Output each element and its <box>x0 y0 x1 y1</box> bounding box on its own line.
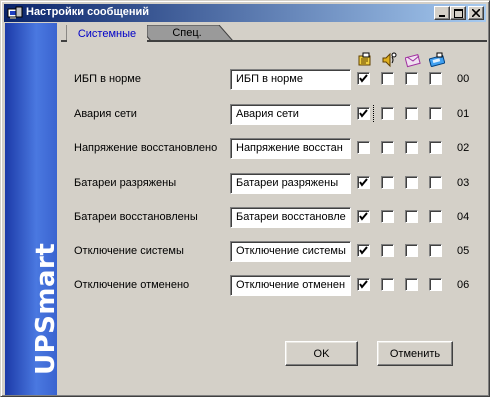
checkbox-message-03[interactable] <box>357 176 370 189</box>
checkbox-message-06[interactable] <box>357 278 370 291</box>
event-message-input-05[interactable]: Отключение системы <box>230 241 351 262</box>
close-icon <box>472 9 480 17</box>
event-label-system-shutdown: Отключение системы <box>74 245 184 257</box>
sound-icon <box>381 52 397 68</box>
brand-logo-text: UPSmart <box>31 242 61 375</box>
event-message-input-04[interactable]: Батареи восстановле <box>230 207 351 228</box>
event-code-03: 03 <box>457 177 470 189</box>
event-message-input-06[interactable]: Отключение отменен <box>230 275 351 296</box>
event-message-input-00[interactable]: ИБП в норме <box>230 69 351 90</box>
checkbox-sound-02[interactable] <box>381 141 394 154</box>
cancel-button[interactable]: Отменить <box>377 341 453 366</box>
message-icon <box>357 52 373 68</box>
tab-special[interactable]: Спец. <box>147 25 227 41</box>
checkbox-message-04[interactable] <box>357 210 370 223</box>
checkbox-sound-00[interactable] <box>381 72 394 85</box>
event-message-input-01[interactable]: Авария сети <box>230 104 351 125</box>
pager-icon <box>428 52 446 68</box>
checkbox-sound-01[interactable] <box>381 107 394 120</box>
focus-indicator <box>373 105 374 122</box>
tab-system[interactable]: Системные <box>67 25 147 42</box>
minimize-button[interactable] <box>434 6 450 20</box>
close-button[interactable] <box>468 6 484 20</box>
event-message-input-02[interactable]: Напряжение восстан <box>230 138 351 159</box>
event-code-02: 02 <box>457 142 470 154</box>
event-label-batteries-low: Батареи разряжены <box>74 177 177 189</box>
checkbox-pager-02[interactable] <box>429 141 442 154</box>
ok-button[interactable]: OK <box>285 341 358 366</box>
event-code-00: 00 <box>457 73 470 85</box>
checkbox-email-02[interactable] <box>405 141 418 154</box>
event-label-batteries-restored: Батареи восстановлены <box>74 211 198 223</box>
checkbox-message-00[interactable] <box>357 72 370 85</box>
event-label-shutdown-cancelled: Отключение отменено <box>74 279 190 291</box>
checkbox-pager-05[interactable] <box>429 244 442 257</box>
checkbox-pager-01[interactable] <box>429 107 442 120</box>
checkbox-email-01[interactable] <box>405 107 418 120</box>
event-label-voltage-restored: Напряжение восстановлено <box>74 142 218 154</box>
event-code-05: 05 <box>457 245 470 257</box>
event-code-06: 06 <box>457 279 470 291</box>
checkbox-email-00[interactable] <box>405 72 418 85</box>
brand-sidebar: UPSmart <box>5 23 61 395</box>
checkbox-email-05[interactable] <box>405 244 418 257</box>
app-icon <box>7 5 23 21</box>
event-label-power-failure: Авария сети <box>74 108 137 120</box>
tab-special-label: Спец. <box>172 27 202 39</box>
maximize-button[interactable] <box>450 6 466 20</box>
minimize-icon <box>439 15 445 17</box>
checkbox-sound-03[interactable] <box>381 176 394 189</box>
tab-strip: Системные Спец. <box>63 25 483 42</box>
tab-system-label: Системные <box>77 27 137 40</box>
checkbox-pager-06[interactable] <box>429 278 442 291</box>
event-code-04: 04 <box>457 211 470 223</box>
title-bar[interactable]: Настройки сообщений <box>4 4 486 22</box>
checkbox-pager-03[interactable] <box>429 176 442 189</box>
checkbox-message-05[interactable] <box>357 244 370 257</box>
checkbox-email-06[interactable] <box>405 278 418 291</box>
checkbox-email-04[interactable] <box>405 210 418 223</box>
event-code-01: 01 <box>457 108 470 120</box>
email-icon <box>404 52 421 68</box>
checkbox-message-01[interactable] <box>357 107 370 120</box>
checkbox-message-02[interactable] <box>357 141 370 154</box>
checkbox-email-03[interactable] <box>405 176 418 189</box>
checkbox-sound-05[interactable] <box>381 244 394 257</box>
event-label-ups-normal: ИБП в норме <box>74 73 141 85</box>
maximize-icon <box>453 8 463 18</box>
checkbox-sound-06[interactable] <box>381 278 394 291</box>
checkbox-pager-04[interactable] <box>429 210 442 223</box>
event-message-input-03[interactable]: Батареи разряжены <box>230 173 351 194</box>
settings-window: Настройки сообщений UPSmart Системные Сп… <box>0 0 490 397</box>
checkbox-pager-00[interactable] <box>429 72 442 85</box>
window-title: Настройки сообщений <box>26 6 150 18</box>
checkbox-sound-04[interactable] <box>381 210 394 223</box>
